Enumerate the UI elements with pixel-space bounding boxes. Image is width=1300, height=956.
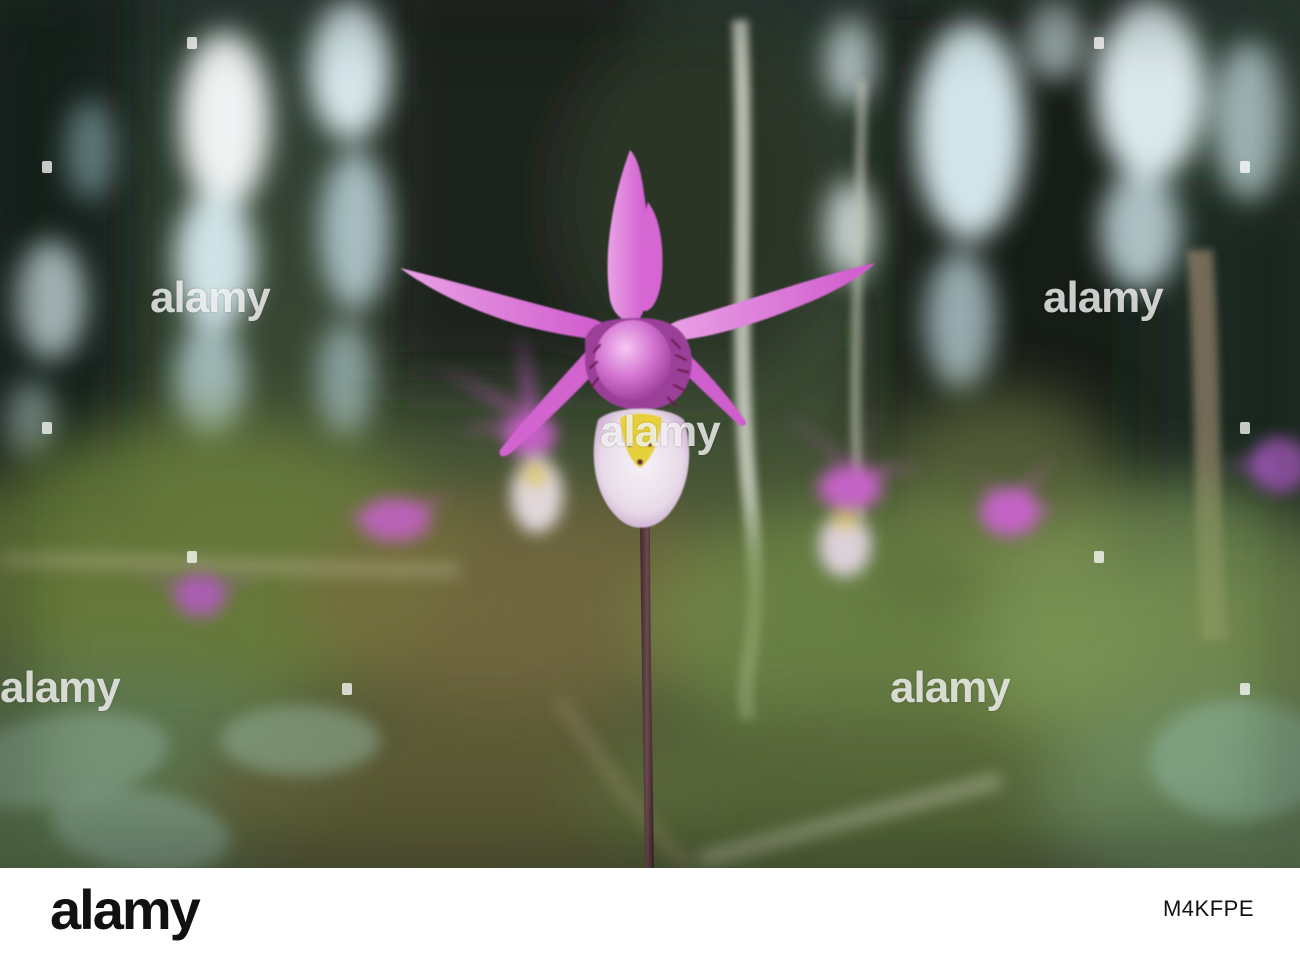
watermark-mark (1240, 683, 1250, 695)
watermark-mark (42, 422, 52, 434)
watermark-text: alamy (1043, 273, 1164, 322)
watermark-text: alamy (150, 273, 271, 322)
watermark-text: alamy (890, 663, 1011, 712)
watermark-mark (342, 683, 352, 695)
watermark-mark (1094, 37, 1104, 49)
watermark-text: alamy (0, 663, 121, 712)
brand-logo[interactable]: alamy (50, 878, 201, 941)
image-id: M4KFPE (1162, 896, 1254, 921)
footer-bar: alamy M4KFPE (0, 868, 1300, 956)
watermark-mark (42, 161, 52, 173)
watermark-mark (1094, 551, 1104, 563)
watermark-mark (187, 37, 197, 49)
watermark-mark (1240, 422, 1250, 434)
watermark-text: alamy (600, 407, 721, 456)
watermark-mark (187, 551, 197, 563)
brand-logo-text: alamy (50, 878, 201, 941)
photo: alamy alamy alamy alamy alamy (0, 0, 1300, 868)
hood (595, 320, 671, 400)
watermark-mark (1240, 161, 1250, 173)
